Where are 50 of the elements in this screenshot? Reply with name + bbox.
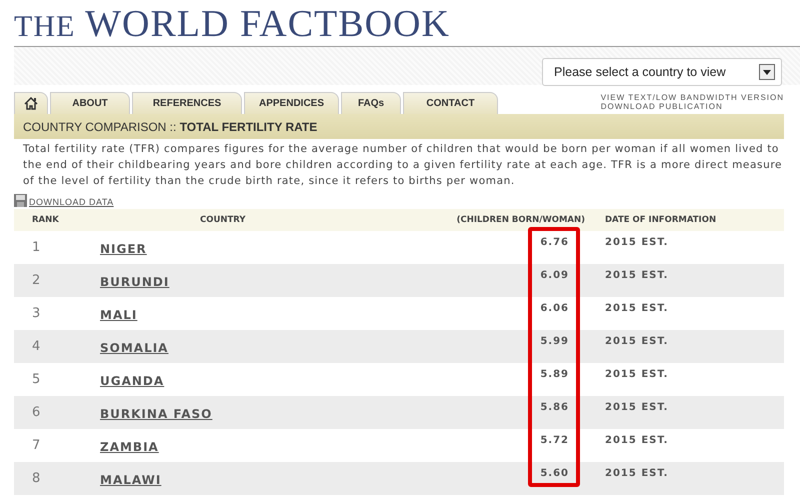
value-cell-text: 5.72 [539,434,570,446]
country-dropdown[interactable]: Please select a country to view [542,58,782,86]
date-cell-text: 2015 EST. [604,368,668,380]
date-cell-text: 2015 EST. [604,434,668,446]
rank-cell-text: 3 [31,306,42,321]
value-cell-text: 5.99 [539,335,570,347]
rank-cell-text: 1 [31,240,42,255]
column-header: RANK [31,215,60,225]
rank-cell-text: 8 [31,471,42,486]
country-link[interactable]: ZAMBIA [100,440,159,454]
rank-cell-text: 2 [31,273,42,288]
side-link[interactable]: DOWNLOAD PUBLICATION [600,102,723,111]
side-link[interactable]: VIEW TEXT/LOW BANDWIDTH VERSION [600,93,784,102]
country-link[interactable]: UGANDA [100,374,164,388]
country-link[interactable]: BURKINA FASO [100,407,212,421]
home-icon [24,97,38,110]
date-cell-text: 2015 EST. [604,236,668,248]
date-cell-text: 2015 EST. [604,302,668,314]
value-cell-text: 6.06 [539,302,570,314]
column-header: DATE OF INFORMATION [604,215,716,225]
rank-cell-text: 5 [31,372,42,387]
date-cell-text: 2015 EST. [604,467,668,479]
country-link[interactable]: NIGER [100,242,147,256]
value-cell-text: 5.89 [539,368,570,380]
nav-tab[interactable]: ABOUT [50,92,130,114]
rank-cell-text: 4 [31,339,42,354]
value-cell-text: 5.86 [539,401,570,413]
nav-tab[interactable]: FAQs [341,92,401,114]
country-link[interactable]: MALI [100,308,138,322]
column-header: COUNTRY [199,215,247,225]
section-title-bar: COUNTRY COMPARISON :: TOTAL FERTILITY RATE [14,114,784,139]
column-header: (CHILDREN BORN/WOMAN) [456,215,586,225]
country-link[interactable]: MALAWI [100,473,162,487]
nav-tab[interactable]: CONTACT [403,92,498,114]
date-cell-text: 2015 EST. [604,269,668,281]
nav-tab[interactable]: APPENDICES [244,92,339,114]
site-logo[interactable]: THE WORLD FACTBOOK [0,0,450,46]
country-link[interactable]: SOMALIA [100,341,168,355]
download-data-link[interactable]: DOWNLOAD DATA [29,197,114,207]
value-cell-text: 5.60 [539,467,570,479]
nav-tab[interactable]: REFERENCES [132,92,242,114]
country-link[interactable]: BURUNDI [100,275,170,289]
description-text: Total fertility rate (TFR) compares figures for the average number of children that would be born per woman if all women lived to the end of their childbearing years and bore children according to a given fertility rate at each age. TFR is a more direct measure of the level of fertility than the crude birth rate, since it refers to births per woman. [23,142,784,189]
date-cell-text: 2015 EST. [604,401,668,413]
date-cell-text: 2015 EST. [604,335,668,347]
rank-cell-text: 6 [31,405,42,420]
value-cell-text: 6.76 [539,236,570,248]
value-cell-text: 6.09 [539,269,570,281]
rank-cell-text: 7 [31,438,42,453]
home-tab[interactable] [14,92,48,114]
